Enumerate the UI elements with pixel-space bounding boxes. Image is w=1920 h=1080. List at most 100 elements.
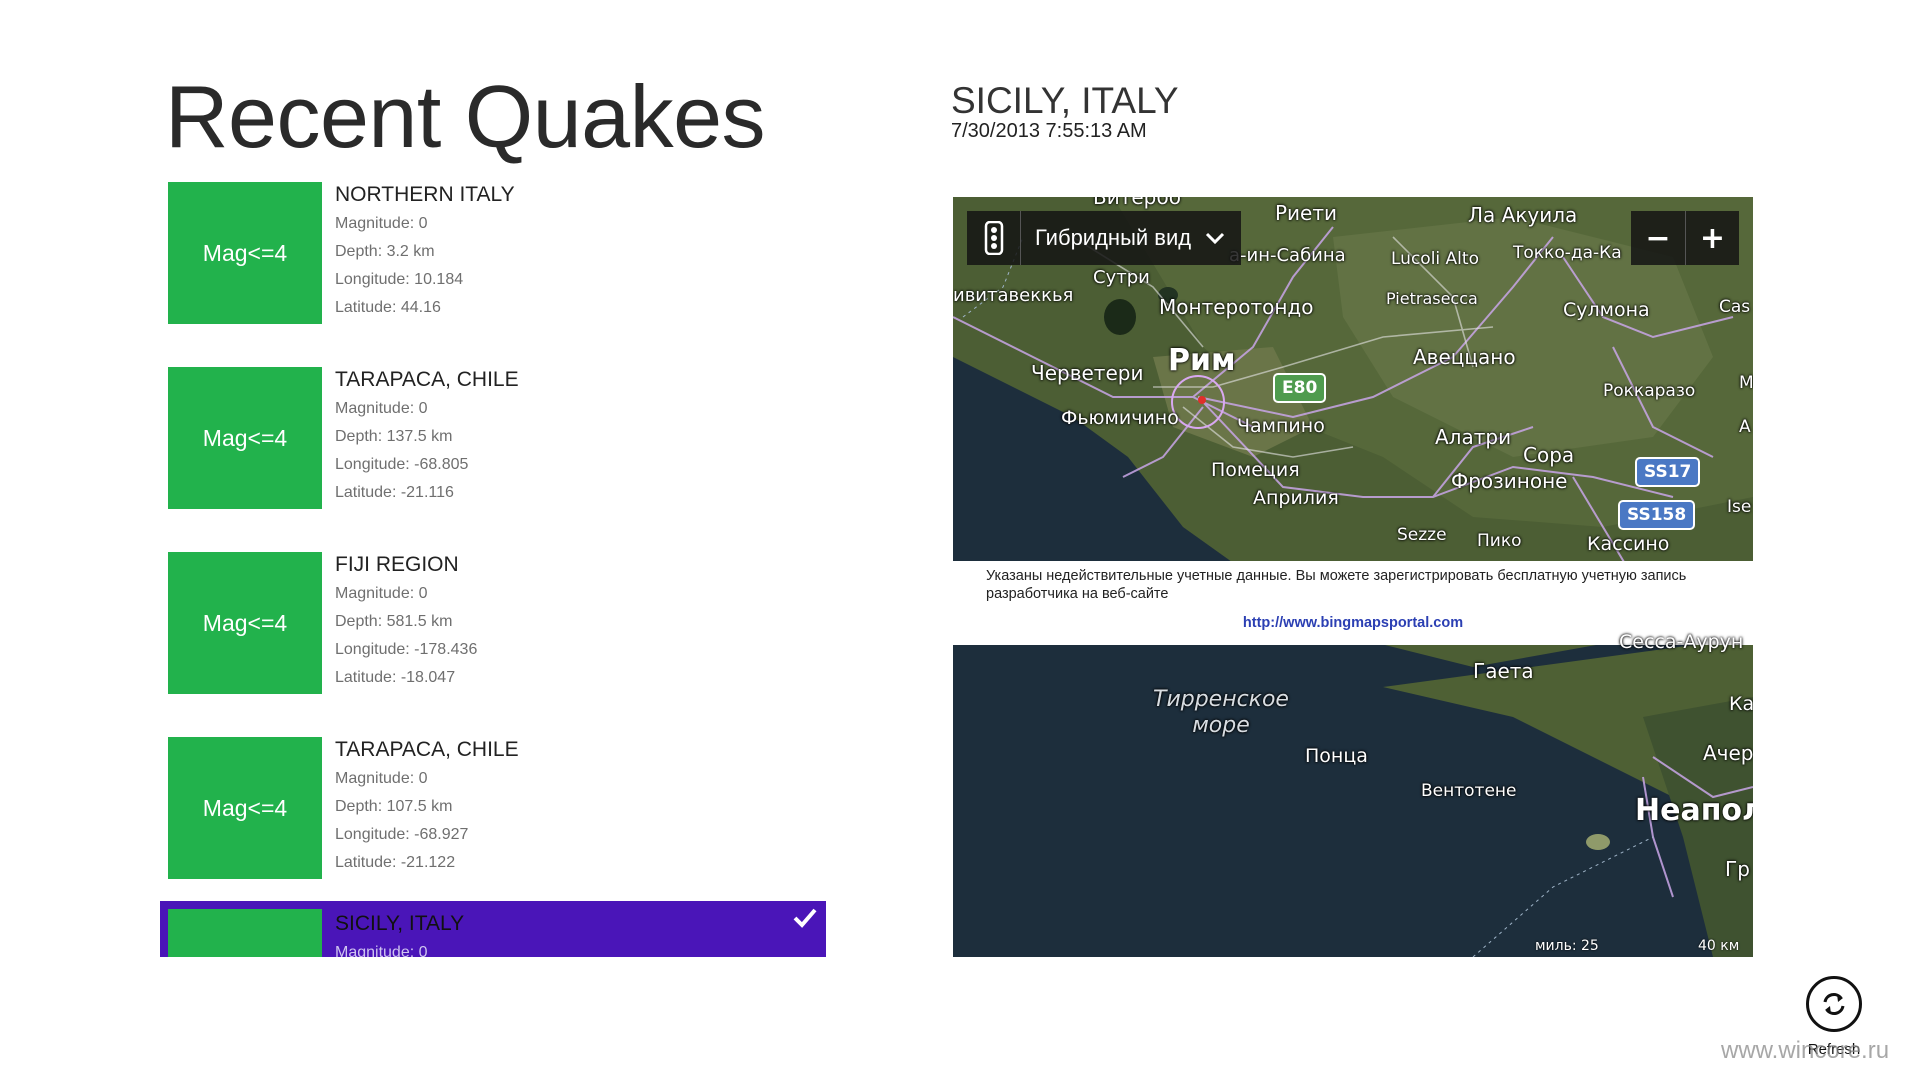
- detail-datetime: 7/30/2013 7:55:13 AM: [951, 120, 1147, 142]
- quake-longitude: Longitude: -178.436: [335, 641, 478, 658]
- quake-longitude: Longitude: 10.184: [335, 271, 464, 288]
- refresh-button[interactable]: [1806, 976, 1862, 1032]
- map-label-ventotene: Вентотене: [1421, 781, 1517, 801]
- road-shield-e80: E80: [1273, 373, 1327, 403]
- quake-list[interactable]: Mag<=4 NORTHERN ITALY Magnitude: 0 Depth…: [160, 180, 826, 957]
- map-label-gaeta: Гаета: [1473, 659, 1534, 683]
- map-label-naples: Неапол: [1635, 793, 1753, 828]
- check-icon: [793, 908, 817, 928]
- scale-km: 40 км: [1698, 938, 1740, 954]
- map-label-cassino: Кассино: [1587, 533, 1670, 555]
- quake-info: NORTHERN ITALY Magnitude: 0 Depth: 3.2 k…: [335, 180, 515, 322]
- magnitude-tile: Mag<=4: [168, 367, 322, 509]
- magnitude-tile: [168, 909, 322, 957]
- quake-latitude: Latitude: -21.116: [335, 484, 454, 501]
- magnitude-tile: Mag<=4: [168, 182, 322, 324]
- quake-depth: Depth: 581.5 km: [335, 613, 453, 630]
- quake-region: FIJI REGION: [335, 553, 459, 576]
- map-label-gr: Гр: [1725, 857, 1750, 881]
- map-label-ponza: Понца: [1305, 745, 1368, 767]
- traffic-light-icon: [984, 221, 1003, 255]
- quake-region: SICILY, ITALY: [335, 912, 465, 935]
- quake-depth: Depth: 107.5 km: [335, 798, 453, 815]
- map-label-cas: Cas: [1719, 297, 1751, 317]
- quake-magnitude: Magnitude: 0: [335, 215, 428, 232]
- scale-miles: миль: 25: [1535, 938, 1599, 954]
- map-label-ise: Ise: [1727, 497, 1752, 517]
- map-toolbar: Гибридный вид: [967, 211, 1242, 265]
- map-label-viterbo: Витербо: [1093, 197, 1181, 209]
- chevron-down-icon: [1206, 232, 1225, 245]
- refresh-icon: [1823, 993, 1845, 1015]
- quake-depth: Depth: 3.2 km: [335, 243, 435, 260]
- quake-magnitude: Magnitude: 0: [335, 585, 428, 602]
- map-label-sutri: Сутри: [1093, 267, 1150, 288]
- quake-item[interactable]: Mag<=4 TARAPACA, CHILE Magnitude: 0 Dept…: [160, 365, 826, 527]
- quake-magnitude: Magnitude: 0: [335, 770, 428, 787]
- map-label-avezzano: Авеццано: [1413, 345, 1516, 369]
- map-label-cerveteri: Черветери: [1031, 361, 1144, 385]
- map-label-piko: Пико: [1477, 531, 1522, 551]
- map-label-monterotondo: Монтеротондо: [1159, 295, 1314, 319]
- map-label-m: М: [1739, 373, 1753, 393]
- quake-info: TARAPACA, CHILE Magnitude: 0 Depth: 137.…: [335, 365, 519, 507]
- quake-info: SICILY, ITALY Magnitude: 0: [335, 909, 464, 957]
- watermark: www.wincore.ru: [1721, 1037, 1890, 1064]
- map-label-lucoli: Lucoli Alto: [1391, 249, 1479, 269]
- map[interactable]: Витербо Риети Ла Акуила а-ин-Сабина Luco…: [953, 197, 1753, 957]
- quake-magnitude: Magnitude: 0: [335, 400, 428, 417]
- map-label-rome: Рим: [1168, 343, 1236, 378]
- map-label-acher: Ачер: [1703, 741, 1753, 765]
- map-label-sabina: а-ин-Сабина: [1229, 245, 1346, 266]
- map-view-label: Гибридный вид: [1035, 225, 1192, 250]
- zoom-out-button[interactable]: −: [1631, 211, 1685, 265]
- magnitude-tile: Mag<=4: [168, 552, 322, 694]
- quake-region: NORTHERN ITALY: [335, 183, 515, 206]
- road-shield-ss158: SS158: [1618, 500, 1696, 530]
- page-title: Recent Quakes: [165, 67, 766, 166]
- map-label-sezze: Sezze: [1397, 525, 1447, 545]
- map-label-pietrasecca: Pietrasecca: [1386, 289, 1478, 308]
- map-label-alatri: Алатри: [1435, 425, 1512, 449]
- map-label-roccaraso: Роккаразо: [1603, 381, 1696, 401]
- credential-message: Указаны недействительные учетные данные.…: [986, 568, 1687, 602]
- map-label-frosinone: Фрозиноне: [1451, 469, 1568, 493]
- zoom-in-button[interactable]: +: [1685, 211, 1739, 265]
- map-label-sora: Сора: [1523, 443, 1575, 467]
- map-label-tyrrhenian-sea: Тирренское море: [1153, 687, 1289, 738]
- traffic-button[interactable]: [967, 211, 1021, 265]
- quake-longitude: Longitude: -68.805: [335, 456, 469, 473]
- map-label-ka: Ка: [1729, 693, 1753, 715]
- map-label-ciampino: Чампино: [1237, 415, 1325, 437]
- quake-latitude: Latitude: -21.122: [335, 854, 456, 871]
- quake-magnitude: Magnitude: 0: [335, 944, 428, 957]
- map-label-civitavecchia: ивитавеккья: [953, 285, 1074, 306]
- quake-latitude: Latitude: -18.047: [335, 669, 456, 686]
- quake-region: TARAPACA, CHILE: [335, 368, 519, 391]
- map-label-la-akuila: Ла Акуила: [1468, 203, 1578, 227]
- map-label-aprilia: Априлия: [1253, 487, 1339, 509]
- map-label-rieti: Риети: [1275, 201, 1338, 225]
- quake-item[interactable]: Mag<=4 TARAPACA, CHILE Magnitude: 0 Dept…: [160, 735, 826, 897]
- bingmaps-portal-link[interactable]: http://www.bingmapsportal.com: [953, 615, 1753, 631]
- map-label-tokko: Токко-да-Ка: [1513, 243, 1622, 263]
- map-label-sessa: Сесса-Аурун: [1619, 631, 1744, 653]
- quake-info: FIJI REGION Magnitude: 0 Depth: 581.5 km…: [335, 550, 477, 692]
- quake-latitude: Latitude: 44.16: [335, 299, 441, 316]
- map-label-sulmona: Сулмона: [1563, 299, 1650, 321]
- map-label-fiumicino: Фьюмичино: [1061, 407, 1179, 429]
- quake-item[interactable]: Mag<=4 FIJI REGION Magnitude: 0 Depth: 5…: [160, 550, 826, 712]
- zoom-controls: − +: [1631, 211, 1739, 265]
- map-view-dropdown[interactable]: Гибридный вид: [1021, 211, 1241, 265]
- quake-region: TARAPACA, CHILE: [335, 738, 519, 761]
- quake-item-selected[interactable]: SICILY, ITALY Magnitude: 0: [160, 901, 826, 957]
- magnitude-tile: Mag<=4: [168, 737, 322, 879]
- quake-item[interactable]: Mag<=4 NORTHERN ITALY Magnitude: 0 Depth…: [160, 180, 826, 342]
- road-shield-ss17: SS17: [1635, 457, 1701, 487]
- detail-title: SICILY, ITALY: [951, 80, 1179, 121]
- map-label-a: А: [1739, 417, 1751, 437]
- quake-info: TARAPACA, CHILE Magnitude: 0 Depth: 107.…: [335, 735, 519, 877]
- quake-longitude: Longitude: -68.927: [335, 826, 469, 843]
- map-label-pomezia: Помеция: [1211, 459, 1300, 481]
- quake-depth: Depth: 137.5 km: [335, 428, 453, 445]
